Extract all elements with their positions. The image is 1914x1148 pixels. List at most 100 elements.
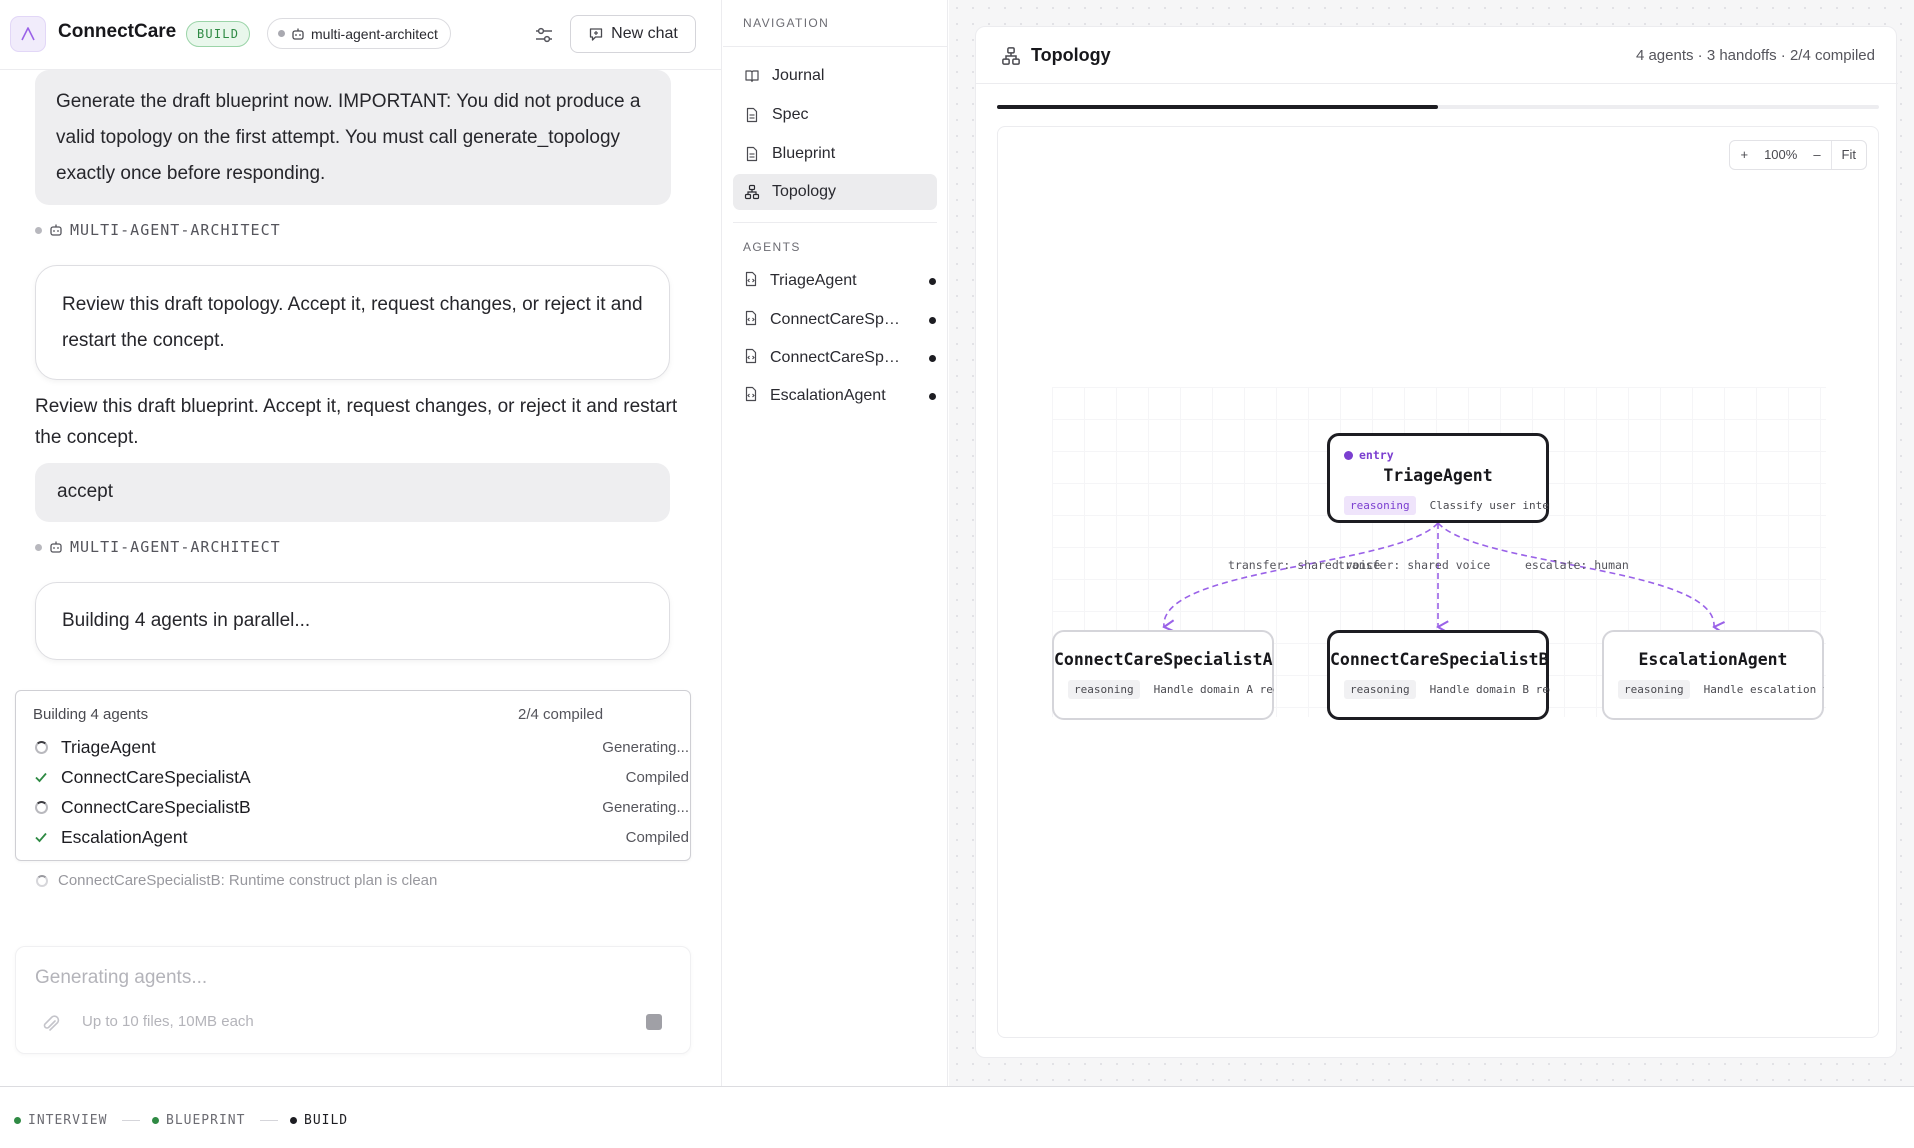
build-row: ConnectCareSpecialistB Generating... xyxy=(33,793,689,821)
build-progress-fill xyxy=(997,105,1438,109)
step-build[interactable]: BUILD xyxy=(290,1113,348,1128)
nav-item-label: Spec xyxy=(772,106,809,123)
assistant-message-text: Review this draft topology. Accept it, r… xyxy=(62,294,643,351)
agent-type-tag: reasoning xyxy=(1068,680,1140,699)
document-icon xyxy=(743,106,761,124)
agent-chip[interactable]: multi-agent-architect xyxy=(267,18,451,49)
bot-icon xyxy=(50,224,62,236)
agent-description: Handle escalation to xyxy=(1703,683,1824,696)
attach-button[interactable] xyxy=(40,1013,62,1035)
nav-agent-item[interactable]: ConnectCareSpecialistB xyxy=(733,340,937,376)
agent-node-name: TriageAgent xyxy=(1383,466,1493,485)
check-icon xyxy=(33,829,49,845)
bot-icon xyxy=(50,541,62,553)
agent-description: Handle domain A requ xyxy=(1153,683,1274,696)
code-file-icon xyxy=(743,271,759,292)
sender-dot xyxy=(35,226,42,234)
entry-badge: entry xyxy=(1344,448,1394,462)
topology-graph[interactable]: + 100% – Fit transfer: shared voice tran… xyxy=(997,126,1879,1038)
agent-chip-label: multi-agent-architect xyxy=(311,25,438,42)
agent-node-details: reasoning Classify user intent xyxy=(1344,496,1550,515)
build-row-name: TriageAgent xyxy=(61,736,156,757)
spinner-icon xyxy=(36,874,48,887)
new-chat-button[interactable]: New chat xyxy=(570,15,696,53)
build-row: EscalationAgent Compiled xyxy=(33,823,689,851)
nav-agent-label: ConnectCareSpecialistA xyxy=(770,311,902,328)
agent-node-name: EscalationAgent xyxy=(1638,650,1788,669)
build-row-name: EscalationAgent xyxy=(61,826,188,847)
agent-node-details: reasoning Handle escalation to xyxy=(1618,680,1824,699)
handoff-edge xyxy=(1164,522,1439,627)
paperclip-icon xyxy=(43,1015,60,1031)
document-icon xyxy=(743,145,761,163)
agent-node-name: ConnectCareSpecialistA xyxy=(1054,650,1273,669)
sender-dot xyxy=(35,543,42,551)
step-done-dot xyxy=(152,1117,159,1124)
spinner-icon xyxy=(33,799,49,815)
build-row-state: Generating... xyxy=(602,798,689,816)
nav-item-spec[interactable]: Spec xyxy=(733,97,937,133)
handoff-edge xyxy=(1437,522,1714,627)
build-row-state: Compiled xyxy=(625,828,689,846)
logo-icon xyxy=(21,27,35,41)
entry-dot xyxy=(1344,450,1353,460)
attach-hint: Up to 10 files, 10MB each xyxy=(82,1013,254,1030)
nav-agent-item[interactable]: EscalationAgent xyxy=(733,378,937,414)
agent-node-specialist-b[interactable]: ConnectCareSpecialistB reasoning Handle … xyxy=(1327,630,1550,720)
build-status-line: ConnectCareSpecialistB: Runtime construc… xyxy=(36,872,437,889)
build-row: ConnectCareSpecialistA Compiled xyxy=(33,763,689,791)
code-file-icon xyxy=(743,348,759,369)
agent-node-details: reasoning Handle domain B requ xyxy=(1344,680,1550,699)
nav-agent-item[interactable]: ConnectCareSpecialistA xyxy=(733,302,937,338)
topology-icon xyxy=(743,183,761,201)
status-dot xyxy=(929,277,936,285)
stop-generation-button[interactable] xyxy=(646,1014,662,1030)
agent-description: Handle domain B requ xyxy=(1429,683,1550,696)
assistant-message: Building 4 agents in parallel... xyxy=(35,582,670,660)
sender-label: MULTI-AGENT-ARCHITECT xyxy=(35,538,281,556)
nav-item-blueprint[interactable]: Blueprint xyxy=(733,136,937,172)
assistant-message-text: Building 4 agents in parallel... xyxy=(62,610,311,631)
sliders-icon xyxy=(536,27,552,43)
nav-agent-label: ConnectCareSpecialistB xyxy=(770,349,902,366)
chat-header: ConnectCare BUILD multi-agent-architect … xyxy=(0,0,722,70)
chat-pane: ConnectCare BUILD multi-agent-architect … xyxy=(0,0,722,1086)
step-interview[interactable]: INTERVIEW xyxy=(14,1113,107,1128)
status-dot xyxy=(929,316,936,324)
settings-button[interactable] xyxy=(530,22,558,48)
nav-item-journal[interactable]: Journal xyxy=(733,58,937,94)
nav-heading: NAVIGATION xyxy=(743,16,830,30)
user-message: accept xyxy=(35,463,670,522)
build-row-state: Compiled xyxy=(625,768,689,786)
status-dot xyxy=(929,354,936,362)
agents-heading: AGENTS xyxy=(743,240,801,254)
divider xyxy=(723,46,948,47)
agent-node-triage[interactable]: entry TriageAgent reasoning Classify use… xyxy=(1327,433,1550,523)
agent-node-specialist-a[interactable]: ConnectCareSpecialistA reasoning Handle … xyxy=(1052,630,1274,720)
nav-agent-item[interactable]: TriageAgent xyxy=(733,263,937,299)
topology-header: Topology 4 agents · 3 handoffs · 2/4 com… xyxy=(976,27,1898,84)
nav-agent-label: TriageAgent xyxy=(770,272,857,289)
step-label: BLUEPRINT xyxy=(166,1113,246,1128)
sender-name: MULTI-AGENT-ARCHITECT xyxy=(70,221,281,239)
sender-name: MULTI-AGENT-ARCHITECT xyxy=(70,538,281,556)
message-input[interactable] xyxy=(35,965,635,991)
nav-item-label: Blueprint xyxy=(772,145,836,162)
build-progress-bar xyxy=(997,105,1879,109)
step-current-dot xyxy=(290,1117,297,1124)
step-blueprint[interactable]: BLUEPRINT xyxy=(152,1113,245,1128)
navigation-pane: NAVIGATION Journal Spec Blueprint Topolo… xyxy=(723,0,948,1086)
nav-item-topology[interactable]: Topology xyxy=(733,174,937,210)
bot-icon xyxy=(292,28,304,40)
build-status-text: ConnectCareSpecialistB: Runtime construc… xyxy=(58,872,438,889)
agent-node-details: reasoning Handle domain A requ xyxy=(1068,680,1274,699)
phase-stepper: INTERVIEW BLUEPRINT BUILD xyxy=(0,1086,1914,1148)
mode-badge: BUILD xyxy=(186,21,251,47)
check-icon xyxy=(33,769,49,785)
agent-node-escalation[interactable]: EscalationAgent reasoning Handle escalat… xyxy=(1602,630,1824,720)
step-connector xyxy=(260,1120,278,1121)
step-label: INTERVIEW xyxy=(28,1113,108,1128)
assistant-followup-text: Review this draft blueprint. Accept it, … xyxy=(35,396,678,448)
user-message-text: Generate the draft blueprint now. IMPORT… xyxy=(56,91,641,184)
divider xyxy=(733,222,937,223)
